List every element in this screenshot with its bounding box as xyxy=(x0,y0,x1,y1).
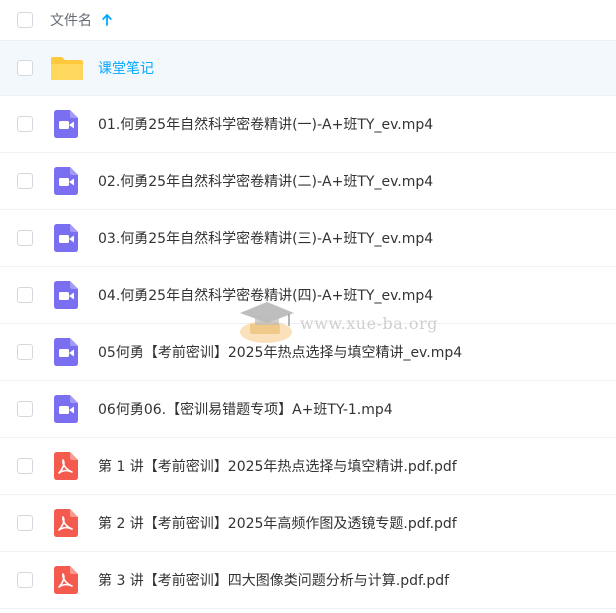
file-name[interactable]: 课堂笔记 xyxy=(98,58,154,78)
file-name[interactable]: 05何勇【考前密训】2025年热点选择与填空精讲_ev.mp4 xyxy=(98,342,462,362)
row-checkbox[interactable] xyxy=(17,287,33,303)
pdf-file-icon xyxy=(54,452,78,480)
arrow-up-icon[interactable] xyxy=(102,14,112,26)
list-header: 文件名 xyxy=(0,0,616,41)
file-name[interactable]: 第 2 讲【考前密训】2025年高频作图及透镜专题.pdf.pdf xyxy=(98,513,457,533)
file-row[interactable]: 02.何勇25年自然科学密卷精讲(二)-A+班TY_ev.mp4 xyxy=(0,153,616,210)
row-checkbox[interactable] xyxy=(17,458,33,474)
video-file-icon xyxy=(54,224,78,252)
file-name[interactable]: 第 3 讲【考前密训】四大图像类问题分析与计算.pdf.pdf xyxy=(98,570,449,590)
pdf-file-icon xyxy=(54,509,78,537)
row-checkbox[interactable] xyxy=(17,572,33,588)
row-checkbox[interactable] xyxy=(17,60,33,76)
video-file-icon xyxy=(54,281,78,309)
file-name[interactable]: 02.何勇25年自然科学密卷精讲(二)-A+班TY_ev.mp4 xyxy=(98,171,433,191)
video-file-icon xyxy=(54,338,78,366)
file-row[interactable]: 05何勇【考前密训】2025年热点选择与填空精讲_ev.mp4 xyxy=(0,324,616,381)
file-row[interactable]: 第 3 讲【考前密训】四大图像类问题分析与计算.pdf.pdf xyxy=(0,552,616,609)
file-row[interactable]: 06何勇06.【密训易错题专项】A+班TY-1.mp4 xyxy=(0,381,616,438)
select-all-checkbox[interactable] xyxy=(17,12,33,28)
file-row[interactable]: 04.何勇25年自然科学密卷精讲(四)-A+班TY_ev.mp4 xyxy=(0,267,616,324)
row-checkbox[interactable] xyxy=(17,515,33,531)
row-checkbox[interactable] xyxy=(17,173,33,189)
row-checkbox[interactable] xyxy=(17,401,33,417)
file-name[interactable]: 01.何勇25年自然科学密卷精讲(一)-A+班TY_ev.mp4 xyxy=(98,114,433,134)
row-checkbox[interactable] xyxy=(17,116,33,132)
file-row[interactable]: 01.何勇25年自然科学密卷精讲(一)-A+班TY_ev.mp4 xyxy=(0,96,616,153)
row-checkbox[interactable] xyxy=(17,230,33,246)
file-name[interactable]: 06何勇06.【密训易错题专项】A+班TY-1.mp4 xyxy=(98,399,393,419)
video-file-icon xyxy=(54,110,78,138)
row-checkbox[interactable] xyxy=(17,344,33,360)
file-row[interactable]: 第 1 讲【考前密训】2025年热点选择与填空精讲.pdf.pdf xyxy=(0,438,616,495)
file-name[interactable]: 第 1 讲【考前密训】2025年热点选择与填空精讲.pdf.pdf xyxy=(98,456,457,476)
folder-icon xyxy=(51,57,83,80)
pdf-file-icon xyxy=(54,566,78,594)
file-row[interactable]: 03.何勇25年自然科学密卷精讲(三)-A+班TY_ev.mp4 xyxy=(0,210,616,267)
video-file-icon xyxy=(54,167,78,195)
file-name[interactable]: 03.何勇25年自然科学密卷精讲(三)-A+班TY_ev.mp4 xyxy=(98,228,433,248)
video-file-icon xyxy=(54,395,78,423)
file-rows: 课堂笔记 01.何勇25年自然科学密卷精讲(一)-A+班TY_ev.mp4 02… xyxy=(0,41,616,609)
file-list: 文件名 课堂笔记 01.何勇25年自然科学密卷精讲(一)-A+班TY_ev.mp… xyxy=(0,0,616,609)
column-header-filename[interactable]: 文件名 xyxy=(50,10,92,30)
folder-row[interactable]: 课堂笔记 xyxy=(0,41,616,96)
file-row[interactable]: 第 2 讲【考前密训】2025年高频作图及透镜专题.pdf.pdf xyxy=(0,495,616,552)
file-name[interactable]: 04.何勇25年自然科学密卷精讲(四)-A+班TY_ev.mp4 xyxy=(98,285,433,305)
